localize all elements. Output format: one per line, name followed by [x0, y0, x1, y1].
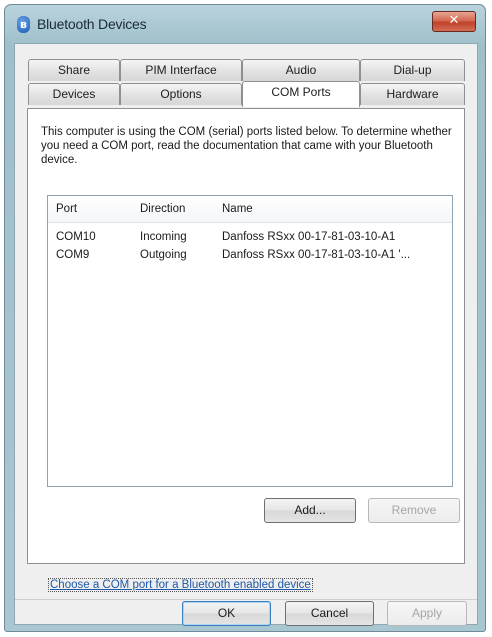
row-port: COM10: [56, 231, 96, 243]
remove-button[interactable]: Remove: [368, 498, 460, 523]
table-row[interactable]: COM10 Incoming Danfoss RSxx 00-17-81-03-…: [48, 230, 452, 247]
tab-pim-interface[interactable]: PIM Interface: [120, 59, 242, 81]
bluetooth-icon: ʙ: [17, 16, 30, 33]
list-header: Port Direction Name: [48, 196, 452, 223]
column-header-name[interactable]: Name: [222, 203, 253, 215]
column-header-port[interactable]: Port: [56, 203, 77, 215]
com-port-list[interactable]: Port Direction Name COM10 Incoming Danfo…: [47, 195, 453, 487]
tab-com-ports[interactable]: COM Ports: [242, 81, 360, 107]
tab-audio[interactable]: Audio: [242, 59, 360, 81]
table-row[interactable]: COM9 Outgoing Danfoss RSxx 00-17-81-03-1…: [48, 248, 452, 265]
close-icon[interactable]: ✕: [432, 11, 476, 32]
tab-options[interactable]: Options: [120, 83, 242, 105]
row-port: COM9: [56, 249, 90, 261]
ok-button[interactable]: OK: [182, 601, 271, 626]
com-ports-description: This computer is using the COM (serial) …: [41, 126, 452, 166]
bluetooth-devices-window: ʙ Bluetooth Devices ✕ Share PIM Interfac…: [4, 4, 486, 632]
apply-button[interactable]: Apply: [387, 601, 467, 626]
cancel-button[interactable]: Cancel: [285, 601, 374, 626]
dialog-client-area: Share PIM Interface Audio Dial-up Device…: [14, 43, 478, 626]
tab-devices[interactable]: Devices: [28, 83, 120, 105]
row-name: Danfoss RSxx 00-17-81-03-10-A1 '...: [222, 249, 411, 261]
tab-hardware[interactable]: Hardware: [360, 83, 465, 105]
help-link[interactable]: Choose a COM port for a Bluetooth enable…: [48, 578, 313, 592]
column-header-direction[interactable]: Direction: [140, 203, 185, 215]
row-direction: Outgoing: [140, 249, 187, 261]
window-title: Bluetooth Devices: [37, 16, 147, 32]
add-button[interactable]: Add...: [264, 498, 356, 523]
title-bar[interactable]: ʙ Bluetooth Devices ✕: [5, 5, 485, 43]
row-direction: Incoming: [140, 231, 187, 243]
tab-dial-up[interactable]: Dial-up: [360, 59, 465, 81]
row-name: Danfoss RSxx 00-17-81-03-10-A1: [222, 231, 396, 243]
tab-share[interactable]: Share: [28, 59, 120, 81]
footer-separator: [15, 599, 477, 600]
